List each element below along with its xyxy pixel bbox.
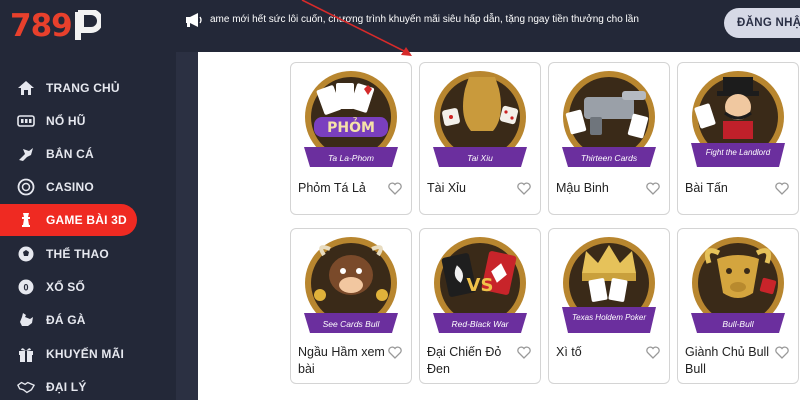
heart-icon[interactable] [517,182,531,195]
game-banner-text: Ta La-Phom [328,153,374,163]
sidebar-item-label: THỂ THAO [46,247,109,261]
game-card-mau-binh[interactable]: Thirteen Cards Mậu Binh [548,62,670,215]
game-name: Tài Xỉu [427,181,466,195]
logo-p-mark [73,9,103,42]
game-emblem-text: VS [467,275,494,296]
fish-icon [17,145,35,163]
game-banner-text: Bull-Bull [722,319,754,329]
sidebar-item-label: ĐẠI LÝ [46,380,87,394]
sidebar-item-casino[interactable]: CASINO [0,171,176,203]
login-button[interactable]: ĐĂNG NHẬ [724,8,800,38]
game-name: Xì tố [556,345,582,359]
sidebar-item-game-bai-3d[interactable]: GAME BÀI 3D [0,204,137,236]
handshake-icon [17,378,35,396]
heart-icon[interactable] [646,182,660,195]
sidebar-item-label: NỔ HŨ [46,114,86,128]
game-banner-text: Thirteen Cards [581,153,638,163]
announcement-marquee: ame mới hết sức lôi cuốn, chương trình k… [210,14,639,25]
game-thumbnail-phom: PHỎM Ta La-Phom [304,71,398,167]
sidebar-item-khuyen-mai[interactable]: KHUYẾN MÃI [0,338,176,370]
gift-icon [17,345,35,363]
game-card-xi-to[interactable]: Texas Holdem Poker Xì tố [548,228,670,384]
game-card-dai-chien-do-den[interactable]: VS Red-Black War Đại Chiến Đỏ Đen [419,228,541,384]
sidebar-item-da-ga[interactable]: ĐÁ GÀ [0,304,176,336]
heart-icon[interactable] [388,182,402,195]
game-thumbnail-bai-tan: Fight the Landlord [691,71,785,167]
game-thumbnail-bull-bull: Bull-Bull [691,237,785,333]
sidebar-item-ban-ca[interactable]: BẮN CÁ [0,138,176,170]
heart-icon[interactable] [646,346,660,359]
sidebar-item-label: XỔ SỐ [46,280,86,294]
game-card-ngau-ham[interactable]: See Cards Bull Ngầu Hầm xem bài [290,228,412,384]
game-grid: PHỎM Ta La-Phom Phỏm Tá Lả Tai Xiu Tài X… [198,52,800,400]
game-thumbnail-dai-chien-do-den: VS Red-Black War [433,237,527,333]
game-name: Bài Tấn [685,181,728,195]
game-name: Phỏm Tá Lả [298,181,366,195]
sidebar-item-no-hu[interactable]: NỔ HŨ [0,105,176,137]
game-name: Giành Chủ Bull Bull [685,345,770,376]
heart-icon[interactable] [517,346,531,359]
sidebar-item-label: BẮN CÁ [46,147,94,161]
heart-icon[interactable] [388,346,402,359]
game-name: Đại Chiến Đỏ Đen [427,345,502,376]
top-bar: 789 ame mới hết sức lôi cuốn, chương trì… [0,0,800,52]
game-card-tai-xiu[interactable]: Tai Xiu Tài Xỉu [419,62,541,215]
sidebar-item-xo-so[interactable]: 0 XỔ SỐ [0,271,176,303]
heart-icon[interactable] [775,346,789,359]
game-banner-text: Tai Xiu [467,153,493,163]
sidebar-item-the-thao[interactable]: THỂ THAO [0,238,176,270]
chess-icon [17,211,35,229]
sidebar-item-label: KHUYẾN MÃI [46,347,125,361]
soccer-icon [17,245,35,263]
sidebar-item-label: ĐÁ GÀ [46,313,86,327]
svg-text:0: 0 [23,283,28,293]
sidebar-item-home[interactable]: TRANG CHỦ [0,72,176,104]
slot-icon [17,112,35,130]
game-thumbnail-mau-binh: Thirteen Cards [562,71,656,167]
game-name: Ngầu Hầm xem bài [298,345,385,376]
megaphone-icon [184,12,204,28]
lottery-icon: 0 [17,278,35,296]
game-banner-text: Red-Black War [452,319,510,329]
game-thumbnail-xi-to: Texas Holdem Poker [562,237,656,333]
heart-icon[interactable] [775,182,789,195]
sidebar-divider [176,52,198,400]
game-card-phom[interactable]: PHỎM Ta La-Phom Phỏm Tá Lả [290,62,412,215]
game-name: Mậu Binh [556,181,609,195]
game-thumbnail-tai-xiu: Tai Xiu [433,71,527,167]
logo-text: 789 [10,8,73,44]
game-banner-text: See Cards Bull [323,319,381,329]
casino-chip-icon [17,178,35,196]
game-card-bull-bull[interactable]: Bull-Bull Giành Chủ Bull Bull [677,228,799,384]
game-banner-text: Fight the Landlord [706,148,771,157]
sidebar-item-label: CASINO [46,180,94,194]
game-emblem-text: PHỎM [327,117,375,136]
game-thumbnail-ngau-ham: See Cards Bull [304,237,398,333]
game-card-bai-tan[interactable]: Fight the Landlord Bài Tấn [677,62,799,215]
sidebar-item-label: GAME BÀI 3D [46,213,127,227]
sidebar: TRANG CHỦ NỔ HŨ BẮN CÁ CASINO GAME BÀI 3… [0,52,176,400]
game-banner-text: Texas Holdem Poker [572,313,646,322]
sidebar-item-label: TRANG CHỦ [46,81,120,95]
sidebar-item-dai-ly[interactable]: ĐẠI LÝ [0,371,176,400]
rooster-icon [17,311,35,329]
brand-logo[interactable]: 789 [10,6,103,46]
home-icon [17,79,35,97]
